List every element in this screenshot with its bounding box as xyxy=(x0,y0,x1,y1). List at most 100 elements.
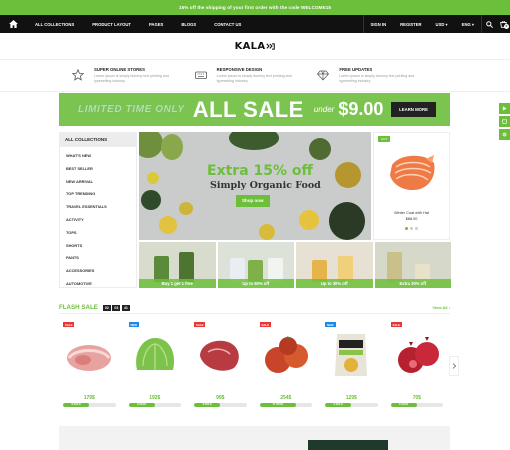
category-item[interactable]: SHORTS xyxy=(66,243,136,256)
product-card[interactable]: SALE 70$ 9 SOLD xyxy=(387,320,448,412)
product-badge: NEW xyxy=(128,322,140,327)
hero-produce-image xyxy=(309,138,331,160)
slider-dot[interactable] xyxy=(405,227,408,230)
hot-product-name: Winter Coat with Hat xyxy=(394,211,429,215)
sold-progress-bar: 9 SOLD xyxy=(325,403,378,407)
product-badge: SALE xyxy=(194,322,206,327)
category-item[interactable]: TRAVEL ESSENTIALS xyxy=(66,204,136,217)
sold-count: 17 SOLD xyxy=(272,403,284,406)
view-all-link[interactable]: View All › xyxy=(432,305,450,310)
slider-dots xyxy=(374,227,449,230)
sold-count: 9 SOLD xyxy=(398,403,409,406)
countdown-days: 02 xyxy=(102,304,111,311)
sold-progress-fill: 9 SOLD xyxy=(325,403,352,407)
hero-headline: Extra 15% off xyxy=(207,163,313,179)
play-icon[interactable] xyxy=(499,103,510,114)
category-item[interactable]: AUTOMOTIVE xyxy=(66,281,136,294)
search-icon[interactable] xyxy=(482,20,496,28)
shop-now-button[interactable]: Shop now xyxy=(236,195,270,207)
main-nav: ALL COLLECTIONS PRODUCT LAYOUT PAGES BLO… xyxy=(0,15,510,33)
feature-title: FREE UPDATES xyxy=(339,67,373,72)
category-item[interactable]: NEW ARRIVAL xyxy=(66,179,136,192)
feature-item: SUPER ONLINE STORES Lorem ipsum is simply… xyxy=(72,67,195,84)
product-pack-image xyxy=(386,252,402,282)
hero-produce-image xyxy=(335,162,361,188)
sign-in-link[interactable]: SIGN IN xyxy=(364,22,394,27)
nav-item-product-layout[interactable]: PRODUCT LAYOUT xyxy=(83,22,140,27)
product-image[interactable] xyxy=(260,330,312,380)
hero-produce-image xyxy=(139,132,163,158)
promo-tile[interactable]: Buy 1 get 1 free xyxy=(139,242,216,288)
product-card[interactable]: NEW 192$ 9 SOLD xyxy=(125,320,186,412)
hot-tag: HOT xyxy=(378,136,391,142)
product-image[interactable] xyxy=(391,330,443,380)
category-item[interactable]: WHAT'S NEW xyxy=(66,153,136,166)
category-item[interactable]: TOPS xyxy=(66,230,136,243)
next-arrow-icon[interactable] xyxy=(449,356,459,376)
sold-progress-bar: 9 SOLD xyxy=(194,403,247,407)
hot-product-card[interactable]: HOT Winter Coat with Hat $88.00 xyxy=(373,132,450,240)
cart-icon[interactable]: 0 xyxy=(496,20,510,29)
product-image[interactable] xyxy=(129,330,181,380)
product-card[interactable]: NEW 129$ 9 SOLD xyxy=(321,320,382,412)
hero-produce-image xyxy=(259,224,275,240)
product-image[interactable] xyxy=(325,330,377,380)
sale-banner[interactable]: LIMITED TIME ONLY ALL SALE under $9.00 L… xyxy=(59,93,450,126)
countdown: 02 03 41 xyxy=(102,304,130,311)
category-item[interactable]: ACCESSORIES xyxy=(66,268,136,281)
product-image[interactable] xyxy=(63,330,115,380)
product-price: 70$ xyxy=(412,395,421,401)
product-card[interactable]: SALE 99$ 9 SOLD xyxy=(190,320,251,412)
hero-produce-image xyxy=(147,172,159,184)
promo-tile[interactable]: Extra 30% off xyxy=(374,242,451,288)
sold-progress-bar: 17 SOLD xyxy=(259,403,312,407)
product-price: 129$ xyxy=(345,395,357,401)
slider-dot[interactable] xyxy=(415,227,418,230)
logo[interactable]: KALA xyxy=(235,41,276,52)
settings-icon[interactable] xyxy=(499,129,510,140)
keyboard-icon xyxy=(194,71,207,79)
sold-count: 9 SOLD xyxy=(71,403,81,406)
nav-item-contact-us[interactable]: CONTACT US xyxy=(205,22,250,27)
hero-slider[interactable]: Extra 15% off Simply Organic Food Shop n… xyxy=(139,132,371,240)
product-card[interactable]: SALE 179$ 9 SOLD xyxy=(59,320,120,412)
nav-item-all-collections[interactable]: ALL COLLECTIONS xyxy=(26,22,83,27)
promo-tiles: Buy 1 get 1 free Up to 50% off Up to 30%… xyxy=(139,242,451,288)
language-select[interactable]: ENG ▾ xyxy=(455,22,481,27)
banner-sale-text: ALL SALE xyxy=(192,96,304,122)
announcement-bar: 15% off the shipping of your first order… xyxy=(0,0,510,15)
product-image[interactable] xyxy=(194,330,246,380)
hero-subheadline: Simply Organic Food xyxy=(210,180,321,191)
product-card[interactable]: SALE 254$ 17 SOLD xyxy=(256,320,317,412)
category-item[interactable]: ACTIVITY xyxy=(66,217,136,230)
learn-more-button[interactable]: LEARN MORE xyxy=(391,102,436,117)
feature-desc: Lorem ipsum is simply dummy text printin… xyxy=(339,74,415,83)
nav-item-blogs[interactable]: BLOGS xyxy=(172,22,205,27)
product-price: 179$ xyxy=(83,395,95,401)
slider-dot[interactable] xyxy=(410,227,413,230)
cart-icon[interactable] xyxy=(499,116,510,127)
currency-select[interactable]: USD ▾ xyxy=(429,22,455,27)
diamond-icon xyxy=(317,70,330,81)
home-icon[interactable] xyxy=(0,15,26,33)
sold-progress-fill: 9 SOLD xyxy=(63,403,90,407)
sold-progress-bar: 9 SOLD xyxy=(128,403,181,407)
promo-tile-label: Extra 30% off xyxy=(374,279,451,288)
category-item[interactable]: TOP TRENDING xyxy=(66,191,136,204)
register-link[interactable]: REGISTER xyxy=(393,22,428,27)
bottom-section xyxy=(59,426,450,450)
promo-tile[interactable]: Up to 50% off xyxy=(217,242,294,288)
bottom-banner-image xyxy=(308,440,388,450)
flash-sale-header: FLASH SALE 02 03 41 View All › xyxy=(59,304,450,311)
sold-progress-fill: 9 SOLD xyxy=(128,403,155,407)
language-value: ENG xyxy=(461,21,471,27)
nav-item-pages[interactable]: PAGES xyxy=(140,22,172,27)
category-sidebar-title: ALL COLLECTIONS xyxy=(60,133,136,147)
product-price: 192$ xyxy=(149,395,161,401)
category-item[interactable]: PANTS xyxy=(66,255,136,268)
divider xyxy=(59,313,450,314)
promo-tile[interactable]: Up to 30% off xyxy=(296,242,373,288)
category-item[interactable]: BEST SELLER xyxy=(66,166,136,179)
sold-progress-fill: 17 SOLD xyxy=(259,403,297,407)
cart-count-badge: 0 xyxy=(504,23,509,29)
